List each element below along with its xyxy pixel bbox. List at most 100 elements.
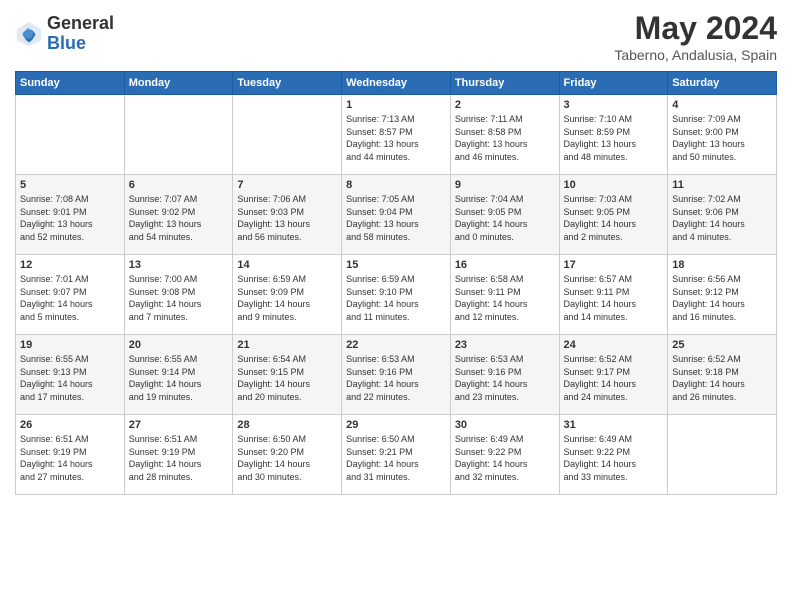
calendar-cell: 13 Sunrise: 7:00 AMSunset: 9:08 PMDayligh…: [124, 255, 233, 335]
calendar-cell: [124, 95, 233, 175]
day-info: Sunrise: 7:08 AMSunset: 9:01 PMDaylight:…: [20, 193, 120, 243]
calendar-cell: 7Sunrise: 7:06 AMSunset: 9:03 PMDaylight…: [233, 175, 342, 255]
calendar-week-5: 26 Sunrise: 6:51 AMSunset: 9:19 PMDayligh…: [16, 415, 777, 495]
calendar-cell: [233, 95, 342, 175]
day-number: 9: [455, 179, 555, 191]
day-info: Sunrise: 7:04 AMSunset: 9:05 PMDaylight:…: [455, 193, 555, 243]
day-number: 23: [455, 339, 555, 351]
month-year: May 2024: [614, 10, 777, 47]
col-friday: Friday: [559, 72, 668, 95]
calendar-cell: 30 Sunrise: 6:49 AMSunset: 9:22 PMDayligh…: [450, 415, 559, 495]
day-number: 13: [129, 259, 229, 271]
calendar-cell: 5 Sunrise: 7:08 AMSunset: 9:01 PMDaylight…: [16, 175, 125, 255]
calendar-cell: 3 Sunrise: 7:10 AMSunset: 8:59 PMDaylight…: [559, 95, 668, 175]
day-number: 27: [129, 419, 229, 431]
col-wednesday: Wednesday: [342, 72, 451, 95]
page-container: General Blue May 2024 Taberno, Andalusia…: [0, 0, 792, 505]
col-sunday: Sunday: [16, 72, 125, 95]
calendar-week-4: 19 Sunrise: 6:55 AMSunset: 9:13 PMDayligh…: [16, 335, 777, 415]
day-number: 18: [672, 259, 772, 271]
calendar-cell: 29Sunrise: 6:50 AMSunset: 9:21 PMDayligh…: [342, 415, 451, 495]
calendar-header: Sunday Monday Tuesday Wednesday Thursday…: [16, 72, 777, 95]
calendar-cell: 18 Sunrise: 6:56 AMSunset: 9:12 PMDayligh…: [668, 255, 777, 335]
day-info: Sunrise: 6:53 AMSunset: 9:16 PMDaylight:…: [455, 353, 555, 403]
calendar-cell: 24 Sunrise: 6:52 AMSunset: 9:17 PMDayligh…: [559, 335, 668, 415]
col-tuesday: Tuesday: [233, 72, 342, 95]
logo-blue: Blue: [47, 34, 114, 54]
day-info: Sunrise: 6:57 AMSunset: 9:11 PMDaylight:…: [564, 273, 664, 323]
day-number: 3: [564, 99, 664, 111]
calendar-cell: 17Sunrise: 6:57 AMSunset: 9:11 PMDayligh…: [559, 255, 668, 335]
col-saturday: Saturday: [668, 72, 777, 95]
day-info: Sunrise: 6:51 AMSunset: 9:19 PMDaylight:…: [129, 433, 229, 483]
day-number: 6: [129, 179, 229, 191]
col-monday: Monday: [124, 72, 233, 95]
logo-icon: [15, 20, 43, 48]
logo-general: General: [47, 14, 114, 34]
day-info: Sunrise: 6:59 AMSunset: 9:09 PMDaylight:…: [237, 273, 337, 323]
calendar-cell: 15Sunrise: 6:59 AMSunset: 9:10 PMDayligh…: [342, 255, 451, 335]
day-number: 25: [672, 339, 772, 351]
day-info: Sunrise: 7:00 AMSunset: 9:08 PMDaylight:…: [129, 273, 229, 323]
calendar-cell: [668, 415, 777, 495]
calendar-body: 1Sunrise: 7:13 AMSunset: 8:57 PMDaylight…: [16, 95, 777, 495]
day-info: Sunrise: 6:56 AMSunset: 9:12 PMDaylight:…: [672, 273, 772, 323]
calendar-table: Sunday Monday Tuesday Wednesday Thursday…: [15, 71, 777, 495]
calendar-cell: 22Sunrise: 6:53 AMSunset: 9:16 PMDayligh…: [342, 335, 451, 415]
day-number: 30: [455, 419, 555, 431]
day-number: 10: [564, 179, 664, 191]
day-info: Sunrise: 6:55 AMSunset: 9:13 PMDaylight:…: [20, 353, 120, 403]
calendar-cell: 9 Sunrise: 7:04 AMSunset: 9:05 PMDaylight…: [450, 175, 559, 255]
calendar-cell: 27 Sunrise: 6:51 AMSunset: 9:19 PMDayligh…: [124, 415, 233, 495]
calendar-cell: 12Sunrise: 7:01 AMSunset: 9:07 PMDayligh…: [16, 255, 125, 335]
calendar-cell: 2Sunrise: 7:11 AMSunset: 8:58 PMDaylight…: [450, 95, 559, 175]
day-info: Sunrise: 6:51 AMSunset: 9:19 PMDaylight:…: [20, 433, 120, 483]
day-number: 2: [455, 99, 555, 111]
col-thursday: Thursday: [450, 72, 559, 95]
calendar-cell: 14 Sunrise: 6:59 AMSunset: 9:09 PMDayligh…: [233, 255, 342, 335]
calendar-cell: 31Sunrise: 6:49 AMSunset: 9:22 PMDayligh…: [559, 415, 668, 495]
calendar-week-2: 5 Sunrise: 7:08 AMSunset: 9:01 PMDaylight…: [16, 175, 777, 255]
day-number: 14: [237, 259, 337, 271]
day-info: Sunrise: 7:10 AMSunset: 8:59 PMDaylight:…: [564, 113, 664, 163]
day-number: 16: [455, 259, 555, 271]
calendar-cell: 8Sunrise: 7:05 AMSunset: 9:04 PMDaylight…: [342, 175, 451, 255]
day-number: 26: [20, 419, 120, 431]
header: General Blue May 2024 Taberno, Andalusia…: [15, 10, 777, 63]
location: Taberno, Andalusia, Spain: [614, 47, 777, 63]
day-number: 19: [20, 339, 120, 351]
day-info: Sunrise: 6:49 AMSunset: 9:22 PMDaylight:…: [455, 433, 555, 483]
title-block: May 2024 Taberno, Andalusia, Spain: [614, 10, 777, 63]
day-number: 5: [20, 179, 120, 191]
day-info: Sunrise: 6:52 AMSunset: 9:18 PMDaylight:…: [672, 353, 772, 403]
calendar-cell: 16 Sunrise: 6:58 AMSunset: 9:11 PMDayligh…: [450, 255, 559, 335]
day-info: Sunrise: 7:05 AMSunset: 9:04 PMDaylight:…: [346, 193, 446, 243]
day-info: Sunrise: 6:50 AMSunset: 9:21 PMDaylight:…: [346, 433, 446, 483]
day-info: Sunrise: 6:50 AMSunset: 9:20 PMDaylight:…: [237, 433, 337, 483]
day-info: Sunrise: 7:07 AMSunset: 9:02 PMDaylight:…: [129, 193, 229, 243]
calendar-week-3: 12Sunrise: 7:01 AMSunset: 9:07 PMDayligh…: [16, 255, 777, 335]
day-info: Sunrise: 6:54 AMSunset: 9:15 PMDaylight:…: [237, 353, 337, 403]
calendar-cell: [16, 95, 125, 175]
calendar-week-1: 1Sunrise: 7:13 AMSunset: 8:57 PMDaylight…: [16, 95, 777, 175]
day-info: Sunrise: 7:01 AMSunset: 9:07 PMDaylight:…: [20, 273, 120, 323]
day-info: Sunrise: 6:55 AMSunset: 9:14 PMDaylight:…: [129, 353, 229, 403]
day-info: Sunrise: 7:03 AMSunset: 9:05 PMDaylight:…: [564, 193, 664, 243]
day-number: 4: [672, 99, 772, 111]
day-number: 31: [564, 419, 664, 431]
day-info: Sunrise: 7:09 AMSunset: 9:00 PMDaylight:…: [672, 113, 772, 163]
calendar-cell: 26 Sunrise: 6:51 AMSunset: 9:19 PMDayligh…: [16, 415, 125, 495]
calendar-cell: 4 Sunrise: 7:09 AMSunset: 9:00 PMDaylight…: [668, 95, 777, 175]
header-row: Sunday Monday Tuesday Wednesday Thursday…: [16, 72, 777, 95]
calendar-cell: 6 Sunrise: 7:07 AMSunset: 9:02 PMDaylight…: [124, 175, 233, 255]
logo: General Blue: [15, 14, 114, 54]
day-info: Sunrise: 6:53 AMSunset: 9:16 PMDaylight:…: [346, 353, 446, 403]
day-number: 11: [672, 179, 772, 191]
day-info: Sunrise: 7:06 AMSunset: 9:03 PMDaylight:…: [237, 193, 337, 243]
day-info: Sunrise: 6:52 AMSunset: 9:17 PMDaylight:…: [564, 353, 664, 403]
day-info: Sunrise: 6:58 AMSunset: 9:11 PMDaylight:…: [455, 273, 555, 323]
calendar-cell: 21Sunrise: 6:54 AMSunset: 9:15 PMDayligh…: [233, 335, 342, 415]
day-number: 24: [564, 339, 664, 351]
day-info: Sunrise: 7:02 AMSunset: 9:06 PMDaylight:…: [672, 193, 772, 243]
calendar-cell: 1Sunrise: 7:13 AMSunset: 8:57 PMDaylight…: [342, 95, 451, 175]
